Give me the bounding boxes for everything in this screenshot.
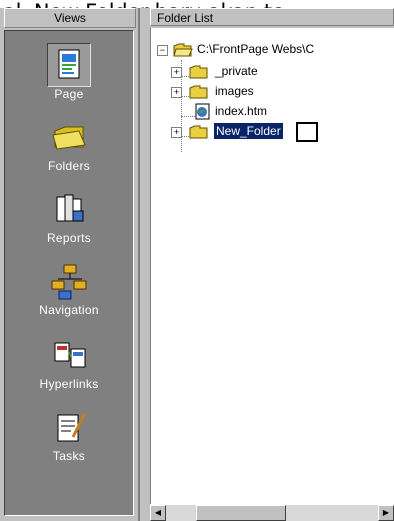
view-label-folders: Folders <box>47 159 91 173</box>
folder-tree: − C:\FrontPage Webs\C + _private + image… <box>150 28 394 504</box>
view-label-reports: Reports <box>46 231 92 245</box>
view-button-reports[interactable]: Reports <box>5 183 133 253</box>
page-view-icon <box>47 43 91 87</box>
scroll-left-button[interactable]: ◀ <box>150 505 166 521</box>
folder-list-pane: Folder List − C:\FrontPage Webs\C + _pri… <box>148 8 394 521</box>
tree-root-row[interactable]: − C:\FrontPage Webs\C <box>157 40 394 60</box>
folder-list-header: Folder List <box>150 8 394 26</box>
navigation-view-icon <box>49 261 89 301</box>
tree-item-label: index.htm <box>215 104 268 118</box>
tree-item-private[interactable]: + _private <box>171 62 371 82</box>
view-button-folders[interactable]: Folders <box>5 111 133 181</box>
tree-item-new-folder[interactable]: + New_Folder <box>171 122 391 142</box>
tree-item-label: _private <box>215 64 258 78</box>
tree-root-label: C:\FrontPage Webs\C <box>197 42 315 56</box>
tree-item-index-htm[interactable]: index.htm <box>185 102 385 122</box>
view-button-hyperlinks[interactable]: Hyperlinks <box>5 329 133 399</box>
view-label-tasks: Tasks <box>52 449 86 463</box>
reports-view-icon <box>49 189 89 229</box>
folder-icon <box>189 85 209 99</box>
view-label-navigation: Navigation <box>39 303 99 317</box>
tree-item-label: images <box>215 84 254 98</box>
rename-edit-box[interactable] <box>296 122 318 142</box>
scroll-thumb[interactable] <box>196 505 286 521</box>
html-file-icon <box>193 103 213 120</box>
view-button-page[interactable]: Page <box>5 39 133 109</box>
view-label-hyperlinks: Hyperlinks <box>39 377 99 391</box>
expand-icon[interactable]: + <box>171 67 182 78</box>
folder-icon <box>189 125 209 139</box>
scroll-right-button[interactable]: ▶ <box>378 505 394 521</box>
expand-icon[interactable]: + <box>171 127 182 138</box>
expand-icon[interactable]: + <box>171 87 182 98</box>
rename-selection[interactable]: New_Folder <box>213 122 284 140</box>
pane-splitter[interactable] <box>140 8 148 521</box>
views-bar: Views Page Folders Reports Navigation Hy… <box>0 8 140 521</box>
view-button-navigation[interactable]: Navigation <box>5 255 133 325</box>
tasks-view-icon <box>49 407 89 447</box>
horizontal-scrollbar[interactable]: ◀ ▶ <box>150 504 394 521</box>
folders-view-icon <box>49 117 89 157</box>
collapse-icon[interactable]: − <box>157 45 168 56</box>
views-strip: Page Folders Reports Navigation Hyperlin… <box>4 30 134 516</box>
tree-item-images[interactable]: + images <box>171 82 371 102</box>
open-folder-icon <box>173 43 193 57</box>
views-header: Views <box>4 8 136 28</box>
view-label-page: Page <box>54 87 84 101</box>
hyperlinks-view-icon <box>49 335 89 375</box>
folder-icon <box>189 65 209 79</box>
view-button-tasks[interactable]: Tasks <box>5 401 133 471</box>
